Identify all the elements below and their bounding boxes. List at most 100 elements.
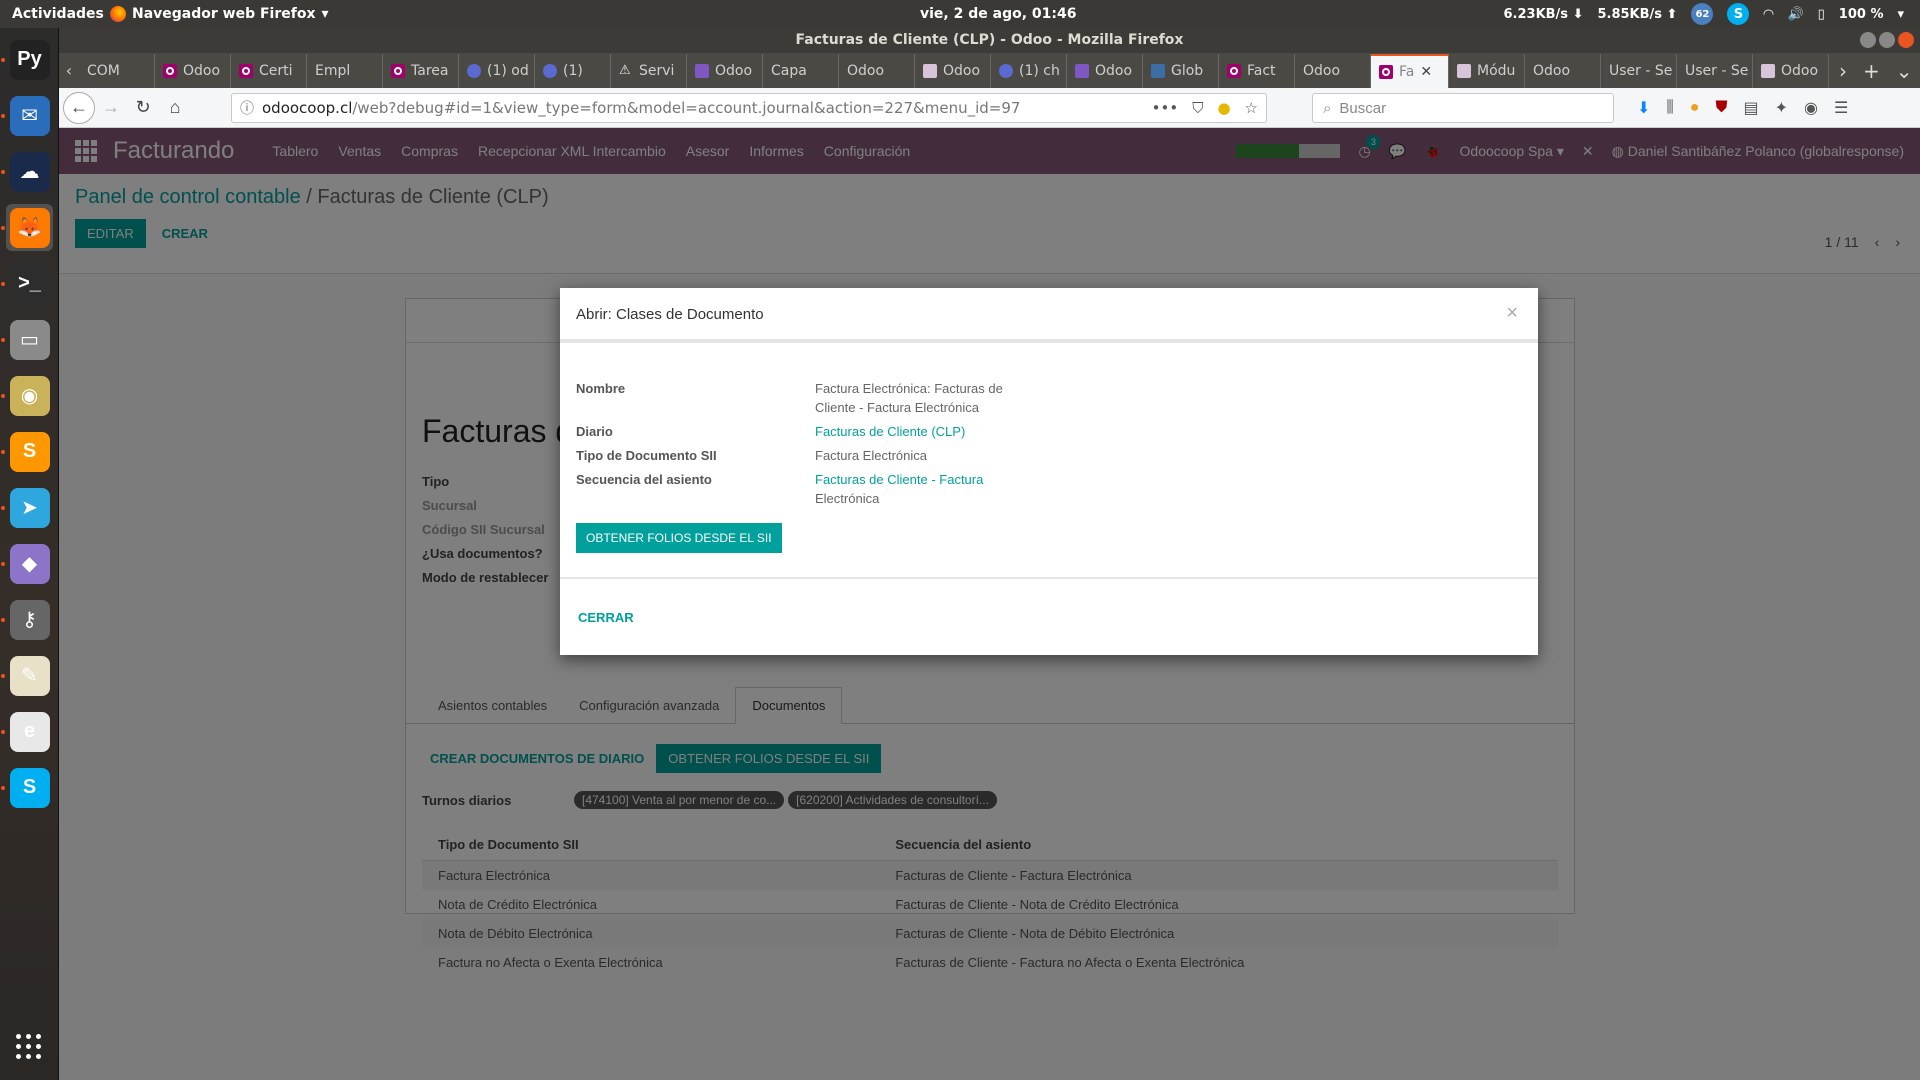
dock-item-diamond-app[interactable]: ◆ [6,540,53,587]
browser-tab[interactable]: Tarea [383,54,459,88]
url-path: /web?debug#id=1&view_type=form&model=acc… [352,99,1021,117]
tab-favicon-icon [391,64,405,78]
clock[interactable]: vie, 2 de ago, 01:46 [920,6,1076,22]
browser-tab[interactable]: User - Se [1601,54,1677,88]
browser-tab[interactable]: Capa [59,54,839,167]
browser-tab[interactable]: (1) od [459,54,535,88]
extension-orange-icon[interactable]: ● [1690,99,1700,117]
browser-tab[interactable]: Odoo [59,54,915,167]
browser-tab[interactable]: COM [59,54,155,167]
tab-label: Odoo [1095,63,1133,79]
extension-paw-icon[interactable]: ✦ [1775,98,1788,118]
browser-tab[interactable]: (1) [535,54,611,88]
python-extension-icon[interactable]: ● [1217,99,1230,117]
url-bar[interactable]: ⓘ odoocoop.cl /web?debug#id=1&view_type=… [231,93,1267,123]
field-tipo-documento: Tipo de Documento SII Factura Electrónic… [576,446,1522,465]
maximize-button[interactable] [1879,32,1895,48]
dock-item-sublime-text[interactable]: S [6,428,53,475]
dock-item-keys[interactable]: ⚷ [6,596,53,643]
downloads-icon[interactable]: ⬇ [1637,98,1650,118]
diario-link[interactable]: Facturas de Cliente (CLP) [815,424,965,439]
browser-tab[interactable]: Odoo [1753,54,1829,88]
browser-tab[interactable]: Odoo [1067,54,1143,88]
python-ide-icon: Py [9,39,50,80]
tab-label: Glob [1171,63,1204,79]
hamburger-menu-icon[interactable]: ☰ [1834,98,1848,118]
browser-tab[interactable]: Certi [231,54,307,88]
field-secuencia: Secuencia del asiento Facturas de Client… [576,470,1522,508]
dock-item-document-viewer[interactable]: e [6,708,53,755]
minimize-button[interactable] [1860,32,1876,48]
tab-label: (1) [563,63,583,79]
close-tab-icon[interactable]: ✕ [1420,64,1432,80]
browser-tab[interactable]: Odoo [155,54,231,88]
browser-tab[interactable]: Fact [1219,54,1295,88]
dock-item-python-ide[interactable]: Py [6,36,53,83]
browser-tab[interactable]: Empl [59,54,383,167]
system-menu-caret-icon[interactable]: ▾ [1897,7,1904,22]
tab-favicon-icon [999,64,1013,78]
tab-favicon-icon [163,64,177,78]
ublock-icon[interactable]: ⛊ [1715,99,1727,117]
show-applications-icon[interactable] [16,1034,42,1060]
notification-badge[interactable]: 62 [1691,3,1714,25]
field-diario: Diario Facturas de Cliente (CLP) [576,422,1522,441]
battery-icon[interactable]: ▯ [1818,7,1825,22]
dock-item-terminal[interactable]: >_ [6,260,53,307]
dock-item-telegram[interactable]: ➤ [6,484,53,531]
library-icon[interactable]: ⫼ [1666,99,1673,117]
pocket-icon[interactable]: ⛉ [1192,99,1203,117]
modal-close-button[interactable]: Cerrar [570,603,642,632]
reader-sidebar-icon[interactable]: ▤ [1743,98,1758,118]
forward-button[interactable]: → [95,92,127,124]
list-all-tabs-icon[interactable]: ⌄ [1896,59,1913,83]
dock-item-firefox[interactable]: 🦊 [6,204,53,251]
page-actions-icon[interactable]: ••• [1152,99,1179,117]
close-icon[interactable]: × [1506,302,1518,325]
new-tab-icon[interactable]: + [1863,59,1880,83]
dock-item-text-editor[interactable]: ✎ [6,652,53,699]
browser-tab[interactable]: Módu [1449,54,1525,88]
tab-label: Empl [315,63,351,79]
browser-tab[interactable]: (1) ch [991,54,1067,88]
site-info-icon[interactable]: ⓘ [240,98,254,118]
volume-icon[interactable]: 🔊 [1787,7,1803,22]
modal-get-folios-button[interactable]: Obtener folios desde el SII [576,523,782,553]
app-menu[interactable]: Navegador web Firefox ▾ [110,6,329,22]
dock-item-file-cabinet[interactable]: ▭ [6,316,53,363]
thunderbird-icon: ✉ [9,95,50,136]
home-button[interactable]: ⌂ [159,92,191,124]
text-editor-icon: ✎ [9,655,50,696]
account-icon[interactable]: ◉ [1804,98,1818,118]
search-bar[interactable]: ⌕ Buscar [1312,93,1614,123]
tab-favicon-icon [695,64,709,78]
field-label: Secuencia del asiento [576,472,712,487]
bookmark-star-icon[interactable]: ☆ [1245,99,1258,117]
browser-tab[interactable]: Fa ✕ [1371,54,1449,88]
tab-label: Odoo [847,63,885,79]
tabs-scroll-left-icon[interactable]: ‹ [59,54,79,88]
wifi-icon[interactable]: ◠ [1763,7,1773,22]
browser-tab[interactable]: User - Se [1677,54,1753,88]
reload-button[interactable]: ↻ [127,92,159,124]
running-indicator [1,338,5,342]
browser-tab[interactable]: ⚠ Servi [611,54,687,88]
tab-favicon-icon [239,64,253,78]
activities-button[interactable]: Actividades [0,6,110,22]
browser-tab[interactable]: Glob [1143,54,1219,88]
field-value: Factura Electrónica: Facturas de Cliente… [815,381,1003,415]
dock-item-rhythmbox[interactable]: ◉ [6,372,53,419]
back-button[interactable]: ← [63,91,95,124]
tab-label: Odoo [715,63,753,79]
browser-tab[interactable]: Odoo [59,54,1371,167]
close-window-button[interactable] [1898,32,1914,48]
tabs-scroll-right-icon[interactable]: › [1839,59,1847,83]
browser-tab[interactable]: Odoo [687,54,763,88]
dock-item-skype[interactable]: S [6,764,53,811]
secuencia-link[interactable]: Facturas de Cliente - Factura [815,472,983,487]
browser-tab[interactable]: Odoo [915,54,991,88]
skype-tray-icon[interactable]: S [1727,3,1750,25]
dock-item-cloud-app[interactable]: ☁ [6,148,53,195]
browser-tab[interactable]: Odoo [59,54,1601,167]
dock-item-thunderbird[interactable]: ✉ [6,92,53,139]
